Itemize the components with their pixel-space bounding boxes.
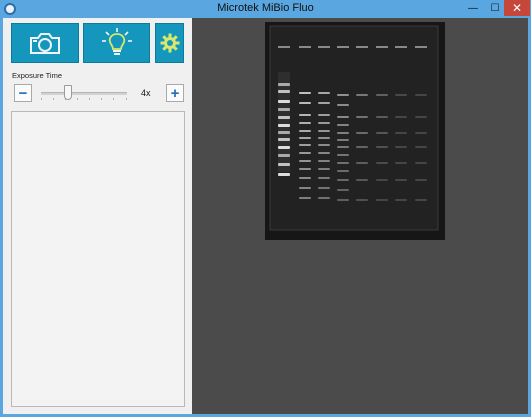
exposure-slider-ticks: [41, 98, 127, 100]
light-button[interactable]: [83, 23, 150, 63]
client-area: Exposure Time − 4x +: [3, 18, 528, 414]
title-bar[interactable]: Microtek MiBio Fluo — ☐ ✕: [0, 0, 531, 18]
maximize-button[interactable]: ☐: [484, 0, 506, 16]
exposure-increase-button[interactable]: +: [166, 84, 184, 102]
exposure-decrease-button[interactable]: −: [14, 84, 32, 102]
minimize-button[interactable]: —: [462, 0, 484, 16]
close-button[interactable]: ✕: [504, 0, 530, 16]
exposure-slider-track[interactable]: [41, 92, 127, 95]
control-panel: Exposure Time − 4x +: [3, 18, 192, 414]
image-list-panel[interactable]: [11, 111, 185, 407]
app-window: Microtek MiBio Fluo — ☐ ✕ Exposure Time …: [0, 0, 531, 417]
capture-button[interactable]: [11, 23, 79, 63]
exposure-value: 4x: [141, 88, 151, 98]
settings-button[interactable]: [155, 23, 184, 63]
lightbulb-icon: [101, 28, 132, 55]
window-title: Microtek MiBio Fluo: [217, 2, 314, 14]
preview-area: [192, 18, 528, 414]
exposure-time-label: Exposure Time: [12, 71, 63, 80]
camera-icon: [30, 33, 60, 54]
exposure-slider-thumb[interactable]: [63, 85, 72, 100]
gear-icon: [160, 33, 179, 53]
gel-image: [265, 22, 445, 240]
